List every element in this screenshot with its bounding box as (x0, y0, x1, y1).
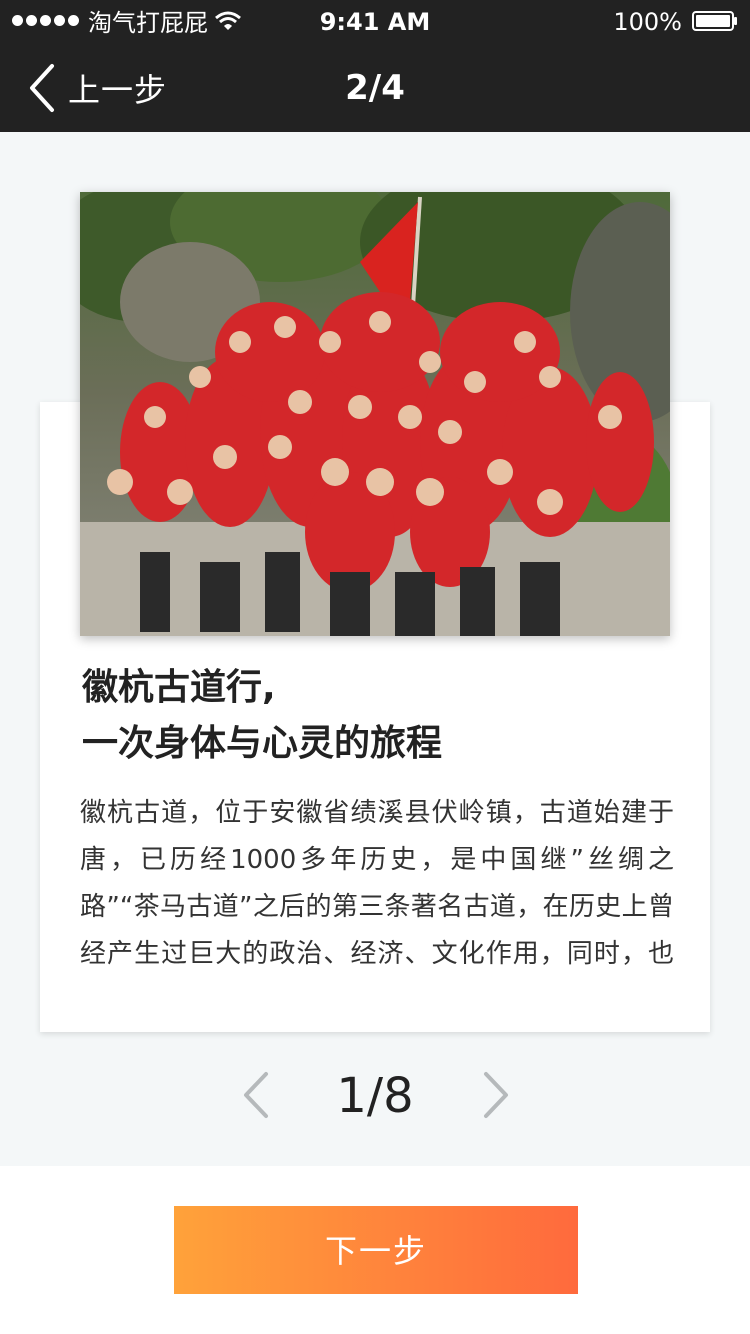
battery-icon (692, 11, 737, 31)
status-bar: 淘气打屁屁 9:41 AM 100% (0, 0, 750, 44)
card-title-line-2: 一次身体与心灵的旅程 (82, 723, 443, 764)
card-title-line-1: 徽杭古道行, (82, 667, 276, 708)
page-indicator: 1/8 (336, 1068, 414, 1124)
next-page-button[interactable] (482, 1070, 512, 1120)
battery-percentage: 100% (613, 8, 682, 36)
previous-page-button[interactable] (240, 1070, 270, 1120)
navigation-bar: 上一步 2/4 (0, 44, 750, 132)
group-photo (80, 192, 670, 636)
card-title: 徽杭古道行, 一次身体与心灵的旅程 (82, 660, 682, 772)
next-step-button[interactable]: 下一步 (174, 1206, 578, 1294)
card-description: 徽杭古道，位于安徽省绩溪县伏岭镇，古道始建于唐，已历经1000多年历史，是中国继… (80, 798, 674, 969)
page-title: 2/4 (345, 68, 405, 108)
